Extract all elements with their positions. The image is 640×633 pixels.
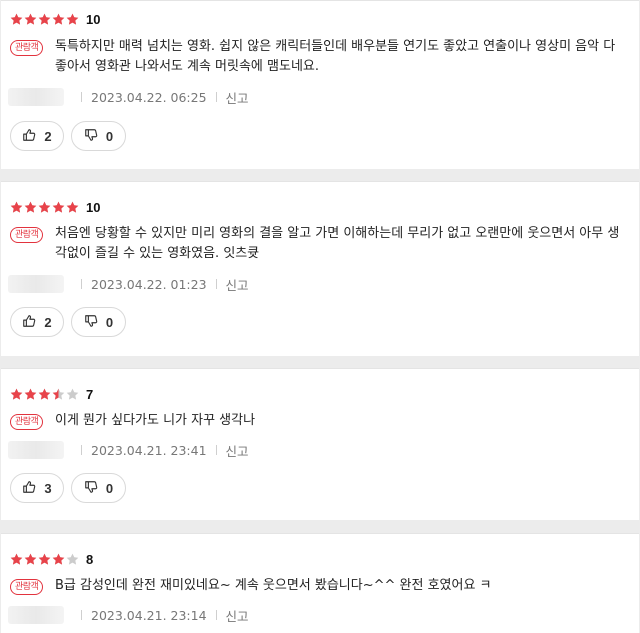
star-icon [52,201,65,214]
like-button[interactable]: 2 [10,307,64,337]
blurred-username [8,606,64,624]
blurred-username [8,275,64,293]
star-icon [24,201,37,214]
thumbs-down-icon [84,480,98,497]
divider [81,610,82,620]
report-link[interactable]: 신고 [226,275,249,294]
viewer-badge: 관람객 [10,40,44,56]
like-button[interactable]: 3 [10,473,64,503]
star-icon [10,388,23,401]
divider [215,610,217,620]
divider [81,279,82,289]
thumbs-down-icon [84,314,98,331]
review-item: 10 관람객 독특하지만 매력 넘치는 영화. 쉽지 않은 캐릭터들인데 배우분… [1,0,639,169]
review-text: B급 감성인데 완전 재미있네요~ 계속 웃으면서 봤습니다~^^ 완전 호였어… [55,578,492,593]
like-count: 2 [44,128,52,144]
star-icon [52,13,65,26]
review-item: 10 관람객 처음엔 당황할 수 있지만 미리 영화의 결을 알고 가면 이해하… [1,181,639,356]
review-text: 독특하지만 매력 넘치는 영화. 쉽지 않은 캐릭터들인데 배우분들 연기도 좋… [55,39,616,74]
star-icon [10,201,23,214]
report-link[interactable]: 신고 [226,441,249,460]
star-icon [10,13,23,26]
star-icon [52,553,65,566]
star-icon [24,388,37,401]
dislike-button[interactable]: 0 [71,307,126,337]
review-meta: 2023.04.21. 23:41 신고 [8,440,249,460]
viewer-badge: 관람객 [10,227,44,243]
blurred-username [8,88,64,106]
thumbs-up-icon [22,480,36,497]
review-text: 이게 뭔가 싶다가도 니가 자꾸 생각나 [55,413,256,428]
review-date: 2023.04.22. 06:25 [91,89,207,105]
divider [215,445,217,455]
thumbs-down-icon [84,128,98,145]
star-icon [24,553,37,566]
star-icon [52,388,65,401]
star-rating: 7 [10,385,93,403]
review-date: 2023.04.22. 01:23 [91,276,207,292]
review-meta: 2023.04.22. 01:23 신고 [8,274,249,294]
dislike-button[interactable]: 0 [71,121,126,151]
like-button[interactable]: 2 [10,121,64,151]
like-count: 2 [44,314,52,330]
divider [215,279,217,289]
star-icon [38,13,51,26]
star-icon [38,388,51,401]
rating-score: 7 [86,386,94,402]
review-meta: 2023.04.22. 06:25 신고 [8,87,249,107]
review-item: 7 관람객 이게 뭔가 싶다가도 니가 자꾸 생각나 2023.04.21. 2… [1,368,639,520]
dislike-count: 0 [105,480,114,496]
review-date: 2023.04.21. 23:14 [91,607,207,623]
star-icon [66,201,79,214]
dislike-count: 0 [105,314,114,330]
star-icon [10,553,23,566]
rating-score: 10 [86,11,101,27]
divider [215,92,217,102]
viewer-badge: 관람객 [10,414,44,430]
rating-score: 8 [86,551,94,567]
star-icon [38,553,51,566]
star-rating: 10 [10,198,100,216]
blurred-username [8,441,64,459]
rating-score: 10 [86,199,101,215]
star-icon [24,13,37,26]
viewer-badge: 관람객 [10,579,44,595]
review-date: 2023.04.21. 23:41 [91,442,207,458]
star-icon [66,13,79,26]
report-link[interactable]: 신고 [226,88,249,107]
like-count: 3 [44,480,52,496]
divider [81,92,82,102]
star-rating: 8 [10,550,93,568]
dislike-count: 0 [105,128,114,144]
star-rating: 10 [10,10,100,28]
star-icon [38,201,51,214]
star-icon [66,388,79,401]
report-link[interactable]: 신고 [226,606,249,625]
star-icon [66,553,79,566]
dislike-button[interactable]: 0 [71,473,126,503]
thumbs-up-icon [22,128,36,145]
review-item: 8 관람객 B급 감성인데 완전 재미있네요~ 계속 웃으면서 봤습니다~^^ … [1,533,639,633]
review-text: 처음엔 당황할 수 있지만 미리 영화의 결을 알고 가면 이해하는데 무리가 … [55,226,620,261]
review-meta: 2023.04.21. 23:14 신고 [8,605,249,625]
divider [81,445,82,455]
thumbs-up-icon [22,314,36,331]
